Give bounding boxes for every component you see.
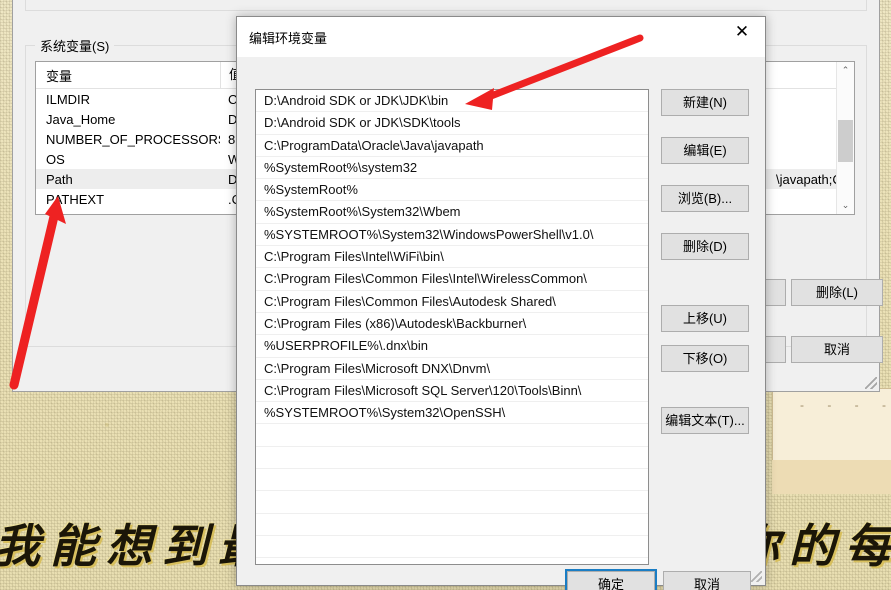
dialog-ok-button[interactable]: 确定 [565, 569, 657, 590]
list-item[interactable]: %SystemRoot% [256, 179, 648, 202]
list-item[interactable]: D:\Android SDK or JDK\SDK\tools [256, 112, 648, 135]
list-item[interactable]: C:\ProgramData\Oracle\Java\javapath [256, 135, 648, 157]
list-item-empty[interactable] [256, 491, 648, 514]
move-up-button[interactable]: 上移(U) [661, 305, 749, 332]
browse-button[interactable]: 浏览(B)... [661, 185, 749, 212]
list-item[interactable]: C:\Program Files\Intel\WiFi\bin\ [256, 246, 648, 269]
dialog-title: 编辑环境变量 [249, 30, 328, 46]
list-item[interactable]: D:\Android SDK or JDK\JDK\bin [256, 90, 648, 113]
delete-button[interactable]: 删除(D) [661, 233, 749, 260]
cell-variable: Path [46, 171, 73, 187]
scrollbar-thumb[interactable] [838, 120, 853, 162]
close-icon[interactable]: ✕ [719, 17, 765, 47]
list-item[interactable]: %SystemRoot%\system32 [256, 157, 648, 180]
wallpaper-panel-band [772, 460, 891, 494]
list-item-empty[interactable] [256, 558, 648, 564]
wallpaper-calligraphy-left: 我能想到最 [0, 519, 274, 573]
scroll-down-icon[interactable]: ⌄ [837, 197, 854, 214]
new-button[interactable]: 新建(N) [661, 89, 749, 116]
list-item[interactable]: %SYSTEMROOT%\System32\OpenSSH\ [256, 402, 648, 425]
move-down-button[interactable]: 下移(O) [661, 345, 749, 372]
cell-variable: PROCESSOR_ARCHITECT [36, 212, 220, 215]
list-item-empty[interactable] [256, 424, 648, 447]
cell-variable: ILMDIR [46, 91, 91, 107]
list-item-empty[interactable] [256, 536, 648, 559]
edit-text-button[interactable]: 编辑文本(T)... [661, 407, 749, 434]
window-cancel-button[interactable]: 取消 [791, 336, 883, 363]
list-item-empty[interactable] [256, 514, 648, 536]
cell-variable: Java_Home [46, 111, 116, 127]
user-variables-group [25, 0, 867, 11]
edit-button[interactable]: 编辑(E) [661, 137, 749, 164]
list-item-empty[interactable] [256, 447, 648, 470]
window-resize-grip[interactable] [865, 377, 877, 389]
cell-variable: OS [46, 151, 65, 167]
table-scrollbar[interactable]: ⌃ ⌄ [836, 62, 854, 214]
system-variables-label: 系统变量(S) [35, 36, 115, 55]
dialog-body: D:\Android SDK or JDK\JDK\bin D:\Android… [237, 57, 765, 590]
list-item[interactable]: C:\Program Files (x86)\Autodesk\Backburn… [256, 313, 648, 336]
cell-variable: NUMBER_OF_PROCESSORS [46, 131, 220, 147]
list-item[interactable]: C:\Program Files\Microsoft SQL Server\12… [256, 380, 648, 403]
scroll-up-icon[interactable]: ⌃ [837, 62, 854, 79]
list-item[interactable]: %SYSTEMROOT%\System32\WindowsPowerShell\… [256, 224, 648, 247]
screen-root: 我能想到最 - - - - 你的每 新建(N)... 编辑(E)... 删除(D… [0, 0, 891, 590]
list-item[interactable]: %USERPROFILE%\.dnx\bin [256, 335, 648, 358]
cell-variable: PATHEXT [46, 191, 105, 207]
wallpaper-panel-dashes: - - - - [800, 398, 891, 412]
dialog-titlebar[interactable]: 编辑环境变量 ✕ [237, 17, 765, 57]
list-item[interactable]: %SystemRoot%\System32\Wbem [256, 201, 648, 224]
column-header-variable[interactable]: 变量 [36, 66, 220, 85]
list-item[interactable]: C:\Program Files\Common Files\Intel\Wire… [256, 268, 648, 291]
dialog-cancel-button[interactable]: 取消 [663, 571, 751, 590]
list-item[interactable]: C:\Program Files\Microsoft DNX\Dnvm\ [256, 358, 648, 380]
list-item[interactable]: C:\Program Files\Common Files\Autodesk S… [256, 291, 648, 313]
path-entries-list[interactable]: D:\Android SDK or JDK\JDK\bin D:\Android… [255, 89, 649, 565]
edit-environment-variable-dialog: 编辑环境变量 ✕ D:\Android SDK or JDK\JDK\bin D… [236, 16, 766, 590]
dialog-resize-grip[interactable] [751, 571, 762, 582]
system-delete-button[interactable]: 删除(L) [791, 279, 883, 306]
list-item-empty[interactable] [256, 469, 648, 492]
